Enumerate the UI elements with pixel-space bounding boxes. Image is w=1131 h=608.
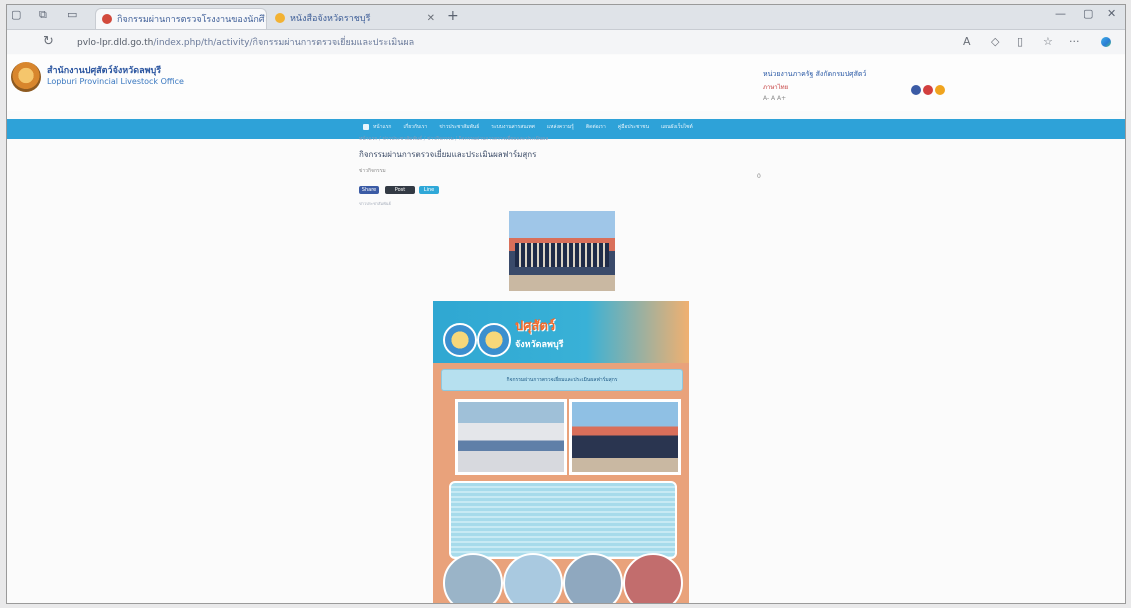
maximize-icon[interactable]: ▢ [1083, 7, 1093, 20]
group-photo-poster [569, 399, 681, 475]
poster-caption: กิจกรรมผ่านการตรวจเยี่ยมและประเมินผลฟาร์… [441, 369, 683, 391]
nav-item[interactable]: ติดต่อเรา [586, 123, 606, 131]
facebook-icon[interactable] [911, 85, 921, 95]
article-caption: ข่าวประชาสัมพันธ์ [359, 201, 391, 206]
url-field[interactable]: pvlo-lpr.dld.go.th/index.php/th/activity… [77, 35, 937, 50]
close-icon[interactable]: ✕ [265, 14, 266, 25]
nav-item[interactable]: เกี่ยวกับเรา [403, 123, 427, 131]
home-icon[interactable] [363, 124, 369, 130]
tab-title: หนังสือจังหวัดราชบุรี [290, 14, 371, 24]
workspaces-icon[interactable]: ⧉ [39, 8, 47, 22]
tab-actions-icon[interactable]: ▭ [67, 8, 77, 21]
share-x-button[interactable]: Post [385, 186, 415, 194]
poster-circle-photo [443, 553, 503, 603]
nav-item[interactable]: หน้าแรก [373, 123, 391, 131]
tab-strip: ▢ ⧉ ▭ กิจกรรมผ่านการตรวจโรงงานของนักศึ ✕… [7, 5, 1125, 30]
nav-item[interactable]: ข่าวประชาสัมพันธ์ [439, 123, 479, 131]
site-header: สำนักงานปศุสัตว์จังหวัดลพบุรี Lopburi Pr… [7, 55, 1125, 111]
breadcrumb[interactable]: หน้าแรก / ข่าวประชาสัมพันธ์ / ข่าวกิจกรร… [359, 135, 548, 143]
agency-emblem-icon [477, 323, 511, 357]
split-screen-icon[interactable]: ▯ [1017, 35, 1023, 48]
photo-people [515, 243, 609, 267]
page-title: กิจกรรมผ่านการตรวจเยี่ยมและประเมินผลฟาร์… [359, 150, 537, 159]
url-host: pvlo-lpr.dld.go.th [77, 38, 154, 48]
poster-heading: ปศุสัตว์ [515, 319, 556, 334]
header-info: หน่วยงานภาครัฐ สังกัดกรมปศุสัตว์ [763, 70, 867, 78]
tab-inactive[interactable]: หนังสือจังหวัดราชบุรี ✕ [269, 8, 443, 28]
group-photo[interactable] [509, 211, 615, 291]
tab-active[interactable]: กิจกรรมผ่านการตรวจโรงงานของนักศึ ✕ [95, 8, 267, 29]
url-path: /index.php/th/activity/กิจกรรมผ่านการตรว… [153, 38, 415, 48]
browser-window: ▢ ⧉ ▭ กิจกรรมผ่านการตรวจโรงงานของนักศึ ✕… [6, 4, 1126, 604]
agency-emblem-icon [443, 323, 477, 357]
nav-item[interactable]: คู่มือประชาชน [618, 123, 649, 131]
poster-circle-photo [563, 553, 623, 603]
sidebar-toggle-icon[interactable]: ▢ [11, 8, 21, 21]
nav-item[interactable]: ระบบงานสารสนเทศ [491, 123, 535, 131]
view-count: 0 [757, 173, 761, 180]
youtube-icon[interactable] [923, 85, 933, 95]
poster-circle-photo [623, 553, 683, 603]
address-bar: ↻ pvlo-lpr.dld.go.th/index.php/th/activi… [7, 30, 1125, 54]
close-icon[interactable]: ✕ [427, 13, 435, 24]
site-logo[interactable] [11, 62, 41, 92]
meeting-photo [455, 399, 567, 475]
share-facebook-button[interactable]: Share [359, 186, 379, 194]
more-menu-icon[interactable]: ··· [1069, 35, 1080, 48]
extension-icon[interactable]: ◇ [991, 35, 999, 48]
nav-item[interactable]: แผนผังเว็บไซต์ [661, 123, 693, 131]
rss-icon[interactable] [935, 85, 945, 95]
font-size-control[interactable]: A- A A+ [763, 95, 786, 102]
read-aloud-icon[interactable]: A [963, 35, 971, 48]
new-tab-icon[interactable]: + [447, 8, 459, 24]
poster-text-block [449, 481, 677, 559]
main-nav: หน้าแรก เกี่ยวกับเรา ข่าวประชาสัมพันธ์ ร… [7, 119, 1125, 139]
site-title[interactable]: สำนักงานปศุสัตว์จังหวัดลพบุรี [47, 63, 161, 77]
nav-item[interactable]: แหล่งความรู้ [547, 123, 574, 131]
activity-poster[interactable]: ปศุสัตว์ จังหวัดลพบุรี กิจกรรมผ่านการตรว… [433, 301, 689, 603]
site-favicon-icon [102, 14, 112, 24]
close-window-icon[interactable]: ✕ [1107, 7, 1116, 20]
site-subtitle: Lopburi Provincial Livestock Office [47, 77, 184, 86]
language-switch[interactable]: ภาษาไทย [763, 82, 788, 92]
article-category[interactable]: ข่าวกิจกรรม [359, 167, 386, 175]
copilot-icon[interactable] [1101, 37, 1111, 47]
site-favicon-icon [275, 13, 285, 23]
tab-title: กิจกรรมผ่านการตรวจโรงงานของนักศึ [117, 15, 265, 25]
poster-circle-photo [503, 553, 563, 603]
nav-items: หน้าแรก เกี่ยวกับเรา ข่าวประชาสัมพันธ์ ร… [373, 123, 693, 131]
minimize-icon[interactable]: — [1055, 7, 1066, 20]
poster-subheading: จังหวัดลพบุรี [515, 340, 564, 350]
reload-icon[interactable]: ↻ [43, 34, 54, 49]
share-line-button[interactable]: Line [419, 186, 439, 194]
favorite-star-icon[interactable]: ☆ [1043, 35, 1053, 48]
